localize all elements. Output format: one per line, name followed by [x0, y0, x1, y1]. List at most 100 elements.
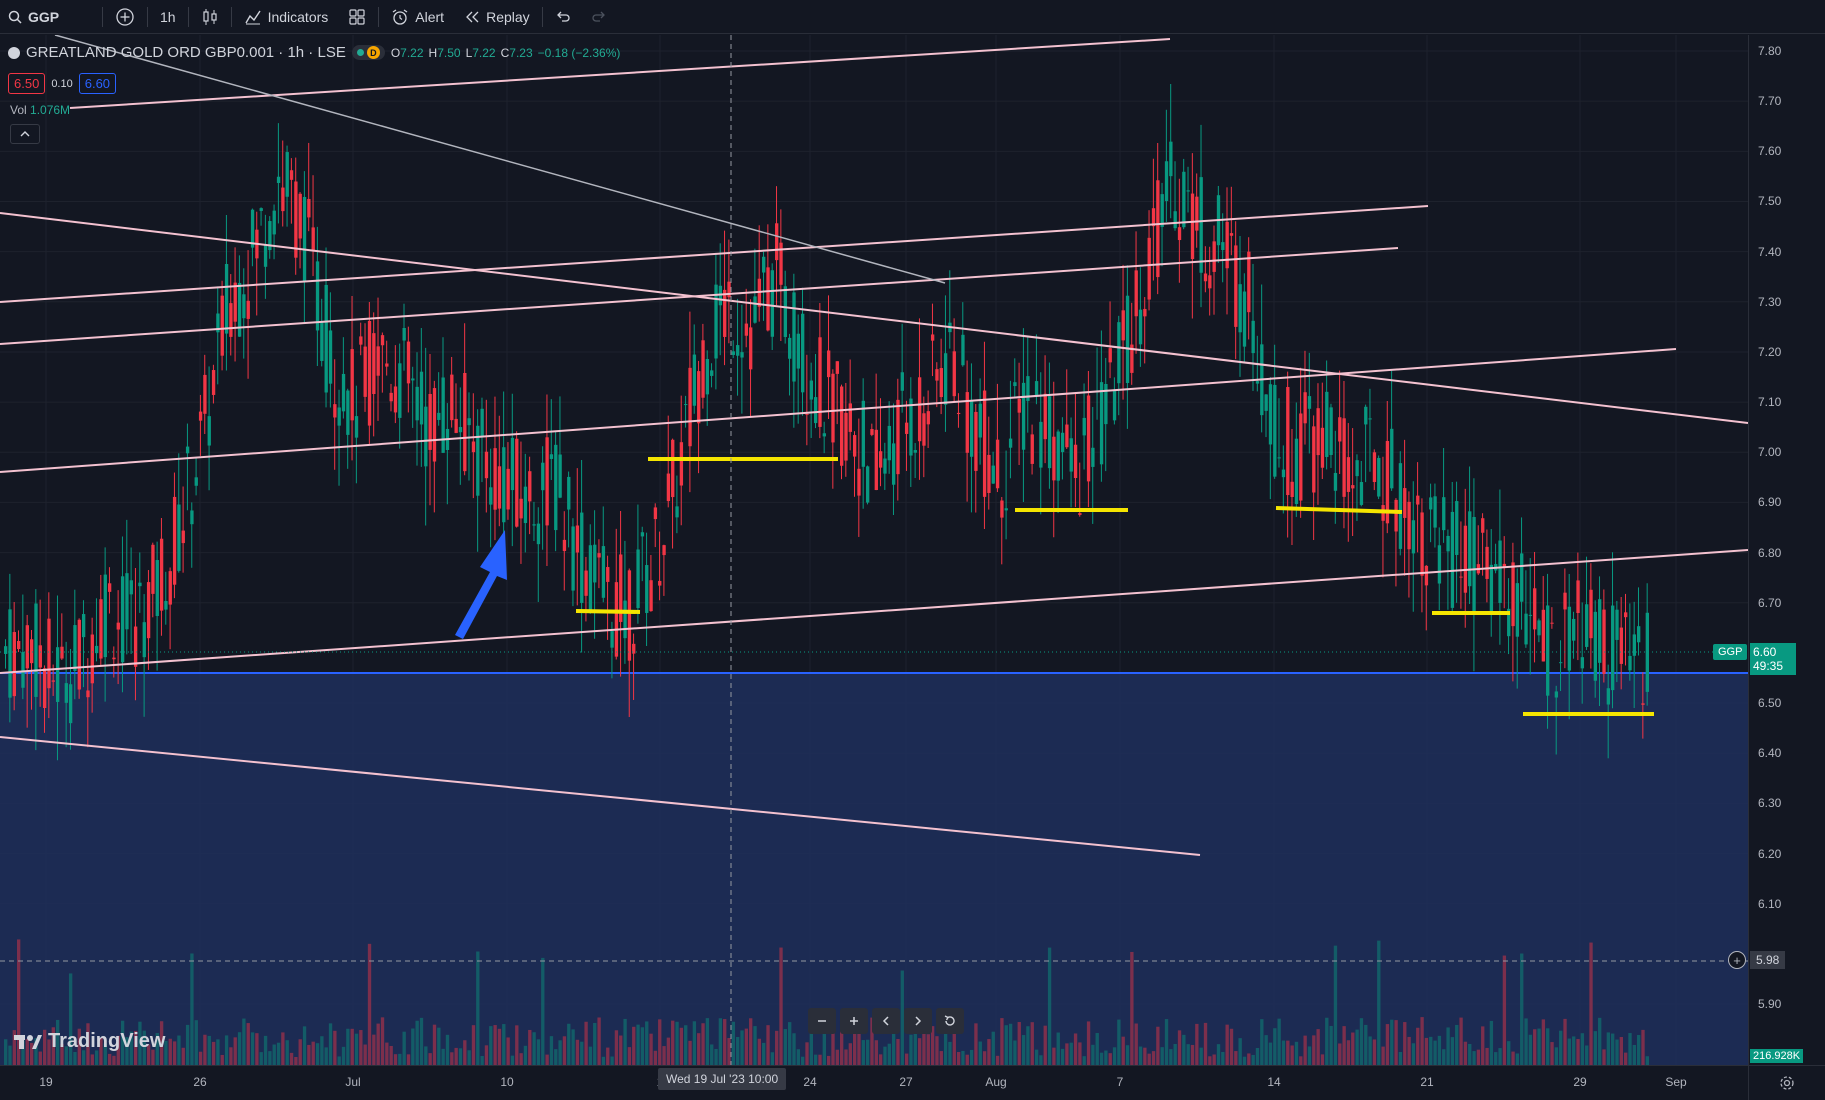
- volume-bar: [1203, 1022, 1208, 1065]
- indicators-button[interactable]: Indicators: [234, 0, 339, 34]
- sell-button[interactable]: 6.50: [8, 73, 46, 94]
- candle-body: [198, 411, 203, 421]
- volume-bar: [1268, 1042, 1273, 1065]
- add-alert-plus-icon[interactable]: +: [1728, 951, 1746, 969]
- symbol-title[interactable]: GREATLAND GOLD ORD GBP0.001 · 1h · LSE: [26, 44, 346, 61]
- candle-body: [376, 346, 380, 376]
- price-tick-label: 7.60: [1758, 144, 1782, 159]
- chart-navigation: [808, 1008, 964, 1034]
- candle-body: [1619, 627, 1624, 664]
- time-axis[interactable]: [0, 1065, 1748, 1100]
- candle-body: [1398, 463, 1403, 549]
- interval-button[interactable]: 1h: [150, 0, 186, 34]
- volume-bar: [1494, 1052, 1498, 1065]
- volume-bar: [645, 1021, 649, 1065]
- candle-body: [302, 196, 307, 282]
- volume-bar: [562, 1036, 567, 1065]
- symbol-search[interactable]: GGP: [0, 0, 100, 34]
- volume-bar: [1255, 1047, 1260, 1065]
- price-chart[interactable]: [0, 35, 1748, 1065]
- trendline-descending[interactable]: [0, 212, 1748, 424]
- support-mark[interactable]: [575, 609, 641, 614]
- tradingview-logo-icon: [14, 1034, 42, 1049]
- scroll-right-button[interactable]: [904, 1008, 932, 1034]
- volume-bar: [328, 1023, 333, 1065]
- volume-bar: [1364, 1024, 1368, 1065]
- candle-body: [1108, 348, 1112, 363]
- candle-body: [311, 227, 315, 252]
- volume-bar: [1585, 1045, 1589, 1065]
- undo-button[interactable]: [545, 0, 581, 34]
- volume-bar: [168, 1038, 172, 1065]
- candle-body: [398, 363, 402, 418]
- candle-body: [865, 466, 870, 503]
- compare-button[interactable]: [105, 0, 145, 34]
- market-status[interactable]: D: [351, 45, 385, 60]
- volume-bar: [1216, 1044, 1221, 1065]
- collapse-legend-button[interactable]: [10, 124, 40, 144]
- candle-body: [697, 371, 701, 424]
- volume-bar: [458, 1048, 463, 1065]
- volume-bar: [874, 1040, 878, 1065]
- zoom-out-button[interactable]: [808, 1008, 836, 1034]
- volume-bar: [1151, 1051, 1156, 1065]
- candle-body: [372, 333, 376, 395]
- chart-type-button[interactable]: [191, 0, 229, 34]
- symbol-logo-icon: [8, 46, 20, 59]
- candle-body: [1567, 606, 1572, 671]
- candle-body: [64, 683, 68, 703]
- candle-body: [389, 392, 393, 402]
- volume-bar: [1342, 1026, 1346, 1065]
- candle-body: [1359, 482, 1364, 505]
- tradingview-logo[interactable]: TradingView: [14, 1030, 165, 1053]
- candle-body: [185, 446, 190, 454]
- alert-button[interactable]: Alert: [381, 0, 454, 34]
- volume-bar: [723, 1019, 727, 1065]
- zoom-in-button[interactable]: [840, 1008, 868, 1034]
- volume-bar: [1030, 1022, 1034, 1065]
- arrow-annotation[interactable]: [455, 530, 507, 639]
- volume-bar: [1104, 1050, 1108, 1065]
- volume-bar: [809, 1032, 814, 1065]
- divider: [147, 6, 148, 27]
- candle-body: [922, 413, 926, 446]
- buy-button[interactable]: 6.60: [78, 73, 117, 94]
- candle-body: [1377, 457, 1381, 497]
- candle-body: [263, 244, 268, 267]
- candle-body: [1624, 612, 1628, 618]
- candle-body: [1086, 395, 1091, 482]
- volume-bar: [671, 1020, 675, 1065]
- candle-body: [827, 350, 831, 378]
- volume-bar: [372, 1034, 376, 1065]
- chart-pane[interactable]: [0, 35, 1748, 1065]
- reset-chart-button[interactable]: [936, 1008, 964, 1034]
- candle-body: [1065, 424, 1069, 448]
- candle-body: [567, 476, 571, 510]
- templates-button[interactable]: [338, 0, 376, 34]
- volume-bar: [1416, 1027, 1420, 1065]
- replay-label: Replay: [486, 8, 530, 25]
- candle-body: [1515, 583, 1520, 637]
- chart-settings-button[interactable]: [1748, 1065, 1825, 1100]
- volume-legend[interactable]: Vol 1.076M: [10, 103, 70, 117]
- candle-body: [450, 374, 454, 421]
- candle-body: [1598, 599, 1602, 663]
- candle-body: [736, 345, 740, 356]
- volume-bar: [1489, 1020, 1494, 1065]
- replay-button[interactable]: Replay: [454, 0, 540, 34]
- candle-body: [740, 352, 744, 358]
- candle-body: [424, 406, 428, 467]
- volume-bar: [1069, 1042, 1073, 1065]
- candle-body: [528, 471, 532, 502]
- candle-body: [1364, 406, 1368, 425]
- trendline-gray[interactable]: [54, 35, 946, 284]
- scroll-left-button[interactable]: [872, 1008, 900, 1034]
- trendline-upper-channel-2[interactable]: [0, 247, 1399, 345]
- candle-body: [211, 370, 216, 395]
- candle-body: [1134, 270, 1138, 317]
- volume-bar: [1359, 1018, 1364, 1065]
- last-price-label: 6.60 49:35: [1750, 643, 1796, 675]
- candle-body: [1394, 499, 1398, 532]
- candle-body: [1442, 497, 1446, 531]
- redo-button[interactable]: [581, 0, 617, 34]
